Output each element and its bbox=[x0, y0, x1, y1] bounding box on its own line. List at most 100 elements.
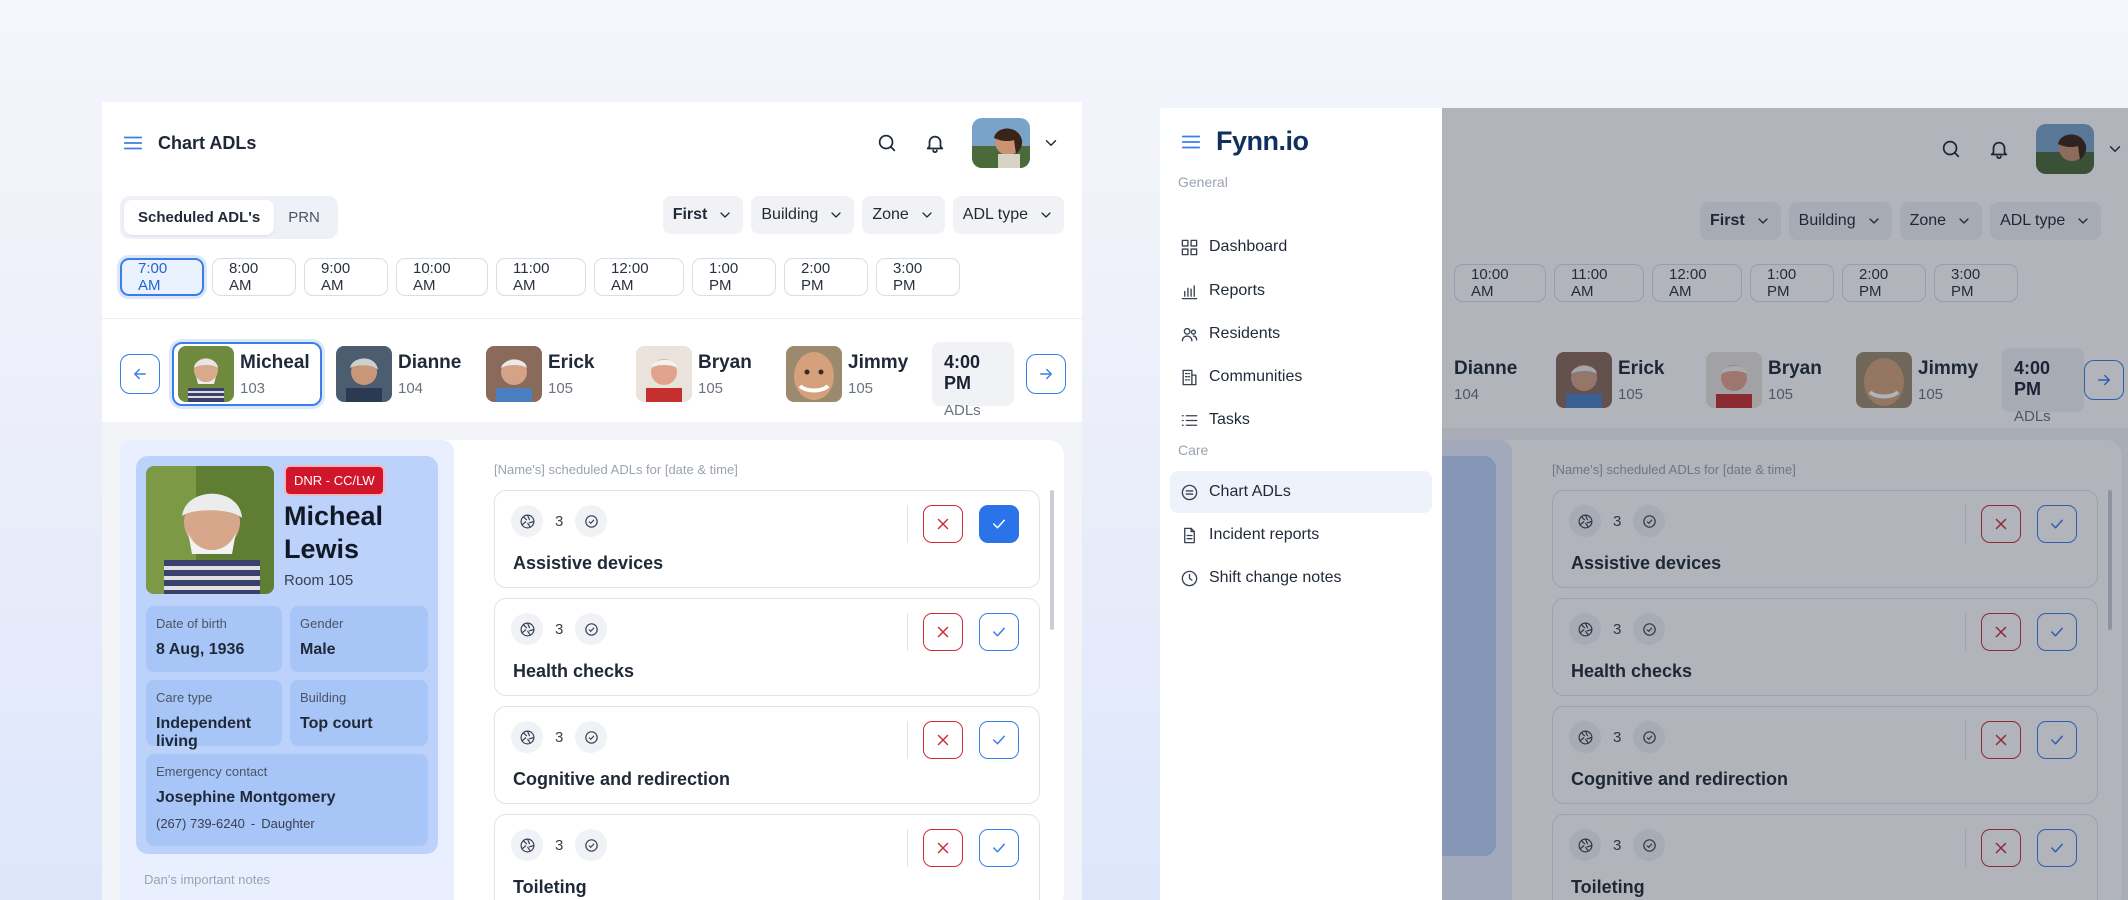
resident-detail-card: DNR - CC/LW Micheal Lewis Room 105 Date … bbox=[120, 440, 1064, 900]
sidebar-item-shift-change-notes[interactable]: Shift change notes bbox=[1170, 557, 1432, 599]
menu-icon[interactable] bbox=[122, 132, 144, 154]
time-chip[interactable]: 10:00 AM bbox=[396, 258, 488, 296]
resident-name: Jimmy bbox=[848, 351, 909, 373]
filter-adl-type[interactable]: ADL type bbox=[952, 196, 1064, 234]
bell-icon[interactable] bbox=[924, 132, 946, 154]
time-chip[interactable]: 11:00 AM bbox=[496, 258, 586, 296]
schedule-tabs: Scheduled ADL's PRN bbox=[120, 196, 338, 239]
resident-photo bbox=[178, 346, 234, 402]
complete-button[interactable] bbox=[979, 721, 1019, 759]
profile-card: DNR - CC/LW Micheal Lewis Room 105 Date … bbox=[136, 456, 438, 854]
divider bbox=[907, 505, 908, 543]
resident-photo bbox=[486, 346, 542, 402]
adl-name: Toileting bbox=[513, 877, 587, 897]
close-icon bbox=[937, 626, 949, 638]
sidebar-item-residents[interactable]: Residents bbox=[1170, 313, 1432, 355]
time-chip[interactable]: 8:00 AM bbox=[212, 258, 296, 296]
resident-name: Dianne bbox=[398, 351, 462, 373]
time-chip[interactable]: 12:00 AM bbox=[594, 258, 684, 296]
aperture-icon bbox=[511, 721, 543, 753]
check-circle-icon bbox=[575, 505, 608, 537]
filter-label: Zone bbox=[872, 206, 909, 223]
field-value: Male bbox=[300, 641, 336, 658]
adl-name: Cognitive and redirection bbox=[513, 769, 731, 789]
check-icon bbox=[993, 735, 1005, 745]
sidebar-item-reports[interactable]: Reports bbox=[1170, 270, 1432, 312]
filter-first[interactable]: First bbox=[662, 196, 744, 234]
sidebar-item-label: Residents bbox=[1209, 325, 1281, 342]
next-resident-button[interactable] bbox=[1026, 354, 1066, 394]
adl-item: 3 Toileting bbox=[494, 814, 1040, 900]
sidebar-item-label: Shift change notes bbox=[1209, 569, 1342, 586]
check-circle-icon bbox=[575, 721, 608, 753]
reject-button[interactable] bbox=[923, 829, 963, 867]
field-label: Building bbox=[300, 690, 347, 705]
arrow-right-icon bbox=[1040, 368, 1052, 380]
prev-resident-button[interactable] bbox=[120, 354, 160, 394]
next-time-label: ADLs bbox=[944, 402, 981, 419]
complete-button[interactable] bbox=[979, 505, 1019, 543]
field-label: Date of birth bbox=[156, 616, 227, 631]
reject-button[interactable] bbox=[923, 613, 963, 651]
aperture-icon bbox=[511, 505, 543, 537]
field-label: Care type bbox=[156, 690, 213, 705]
sidebar-item-incident-reports[interactable]: Incident reports bbox=[1170, 514, 1432, 556]
scrollbar[interactable] bbox=[1050, 490, 1054, 630]
app-logo[interactable]: Fynn.io bbox=[1216, 126, 1309, 157]
resident-name: Micheal bbox=[240, 351, 310, 373]
field-label: Emergency contact bbox=[156, 764, 268, 779]
navigation-drawer: Fynn.io General Dashboard Reports Reside… bbox=[1160, 108, 1442, 900]
search-icon[interactable] bbox=[876, 132, 898, 154]
reject-button[interactable] bbox=[923, 505, 963, 543]
notes-label: Dan's important notes bbox=[144, 872, 271, 887]
emergency-contact-relation: Daughter bbox=[261, 816, 315, 831]
chevron-down-icon[interactable] bbox=[1042, 134, 1060, 152]
tab-scheduled-adls[interactable]: Scheduled ADL's bbox=[124, 200, 275, 235]
check-icon bbox=[993, 843, 1005, 853]
list-icon bbox=[1181, 414, 1198, 426]
filter-zone[interactable]: Zone bbox=[862, 196, 945, 234]
time-chip[interactable]: 7:00 AM bbox=[120, 258, 204, 296]
filter-building[interactable]: Building bbox=[751, 196, 855, 234]
chart-adls-screen: Chart ADLs Scheduled ADL's PRN First Bui… bbox=[102, 102, 1082, 900]
resident-card[interactable]: Micheal 103 bbox=[172, 342, 322, 406]
grid-icon bbox=[1181, 239, 1198, 255]
chevron-down-icon bbox=[831, 212, 841, 218]
resident-room: 105 bbox=[698, 379, 724, 397]
resident-card[interactable]: Jimmy 105 bbox=[782, 342, 922, 406]
navigation-drawer-screen: First Building Zone ADL type 10:00 AM 11… bbox=[1160, 108, 2128, 900]
adl-item: 3 Health checks bbox=[494, 598, 1040, 696]
sidebar-item-label: Chart ADLs bbox=[1209, 483, 1291, 500]
time-chip[interactable]: 9:00 AM bbox=[304, 258, 388, 296]
time-chip[interactable]: 3:00 PM bbox=[876, 258, 960, 296]
sidebar-item-tasks[interactable]: Tasks bbox=[1170, 399, 1432, 441]
next-time: 4:00 PM bbox=[944, 352, 981, 393]
tab-prn[interactable]: PRN bbox=[274, 200, 334, 235]
time-chip[interactable]: 2:00 PM bbox=[784, 258, 868, 296]
aperture-icon bbox=[511, 829, 543, 861]
complete-button[interactable] bbox=[979, 613, 1019, 651]
emergency-contact-phone[interactable]: (267) 739-6240 bbox=[156, 816, 245, 831]
close-icon bbox=[937, 842, 949, 854]
check-icon bbox=[993, 519, 1005, 529]
sidebar-item-communities[interactable]: Communities bbox=[1170, 356, 1432, 398]
resident-card[interactable]: Dianne 104 bbox=[332, 342, 472, 406]
resident-photo bbox=[636, 346, 692, 402]
complete-button[interactable] bbox=[979, 829, 1019, 867]
next-time-slot[interactable]: 4:00 PM ADLs bbox=[932, 342, 1014, 419]
drawer-backdrop[interactable] bbox=[1442, 108, 2128, 900]
check-circle-icon bbox=[575, 613, 608, 645]
gender-field: Gender Male bbox=[290, 606, 428, 672]
resident-room-detail: Room 105 bbox=[284, 572, 354, 589]
sidebar-item-chart-adls[interactable]: Chart ADLs bbox=[1170, 471, 1432, 513]
chevron-down-icon bbox=[720, 212, 731, 218]
user-menu[interactable] bbox=[972, 118, 1060, 168]
menu-icon[interactable] bbox=[1180, 131, 1202, 153]
resident-card[interactable]: Erick 105 bbox=[482, 342, 622, 406]
time-chip[interactable]: 1:00 PM bbox=[692, 258, 776, 296]
sidebar-item-dashboard[interactable]: Dashboard bbox=[1170, 226, 1432, 268]
adl-item: 3 Assistive devices bbox=[494, 490, 1040, 588]
resident-card[interactable]: Bryan 105 bbox=[632, 342, 772, 406]
avatar bbox=[972, 118, 1030, 168]
reject-button[interactable] bbox=[923, 721, 963, 759]
